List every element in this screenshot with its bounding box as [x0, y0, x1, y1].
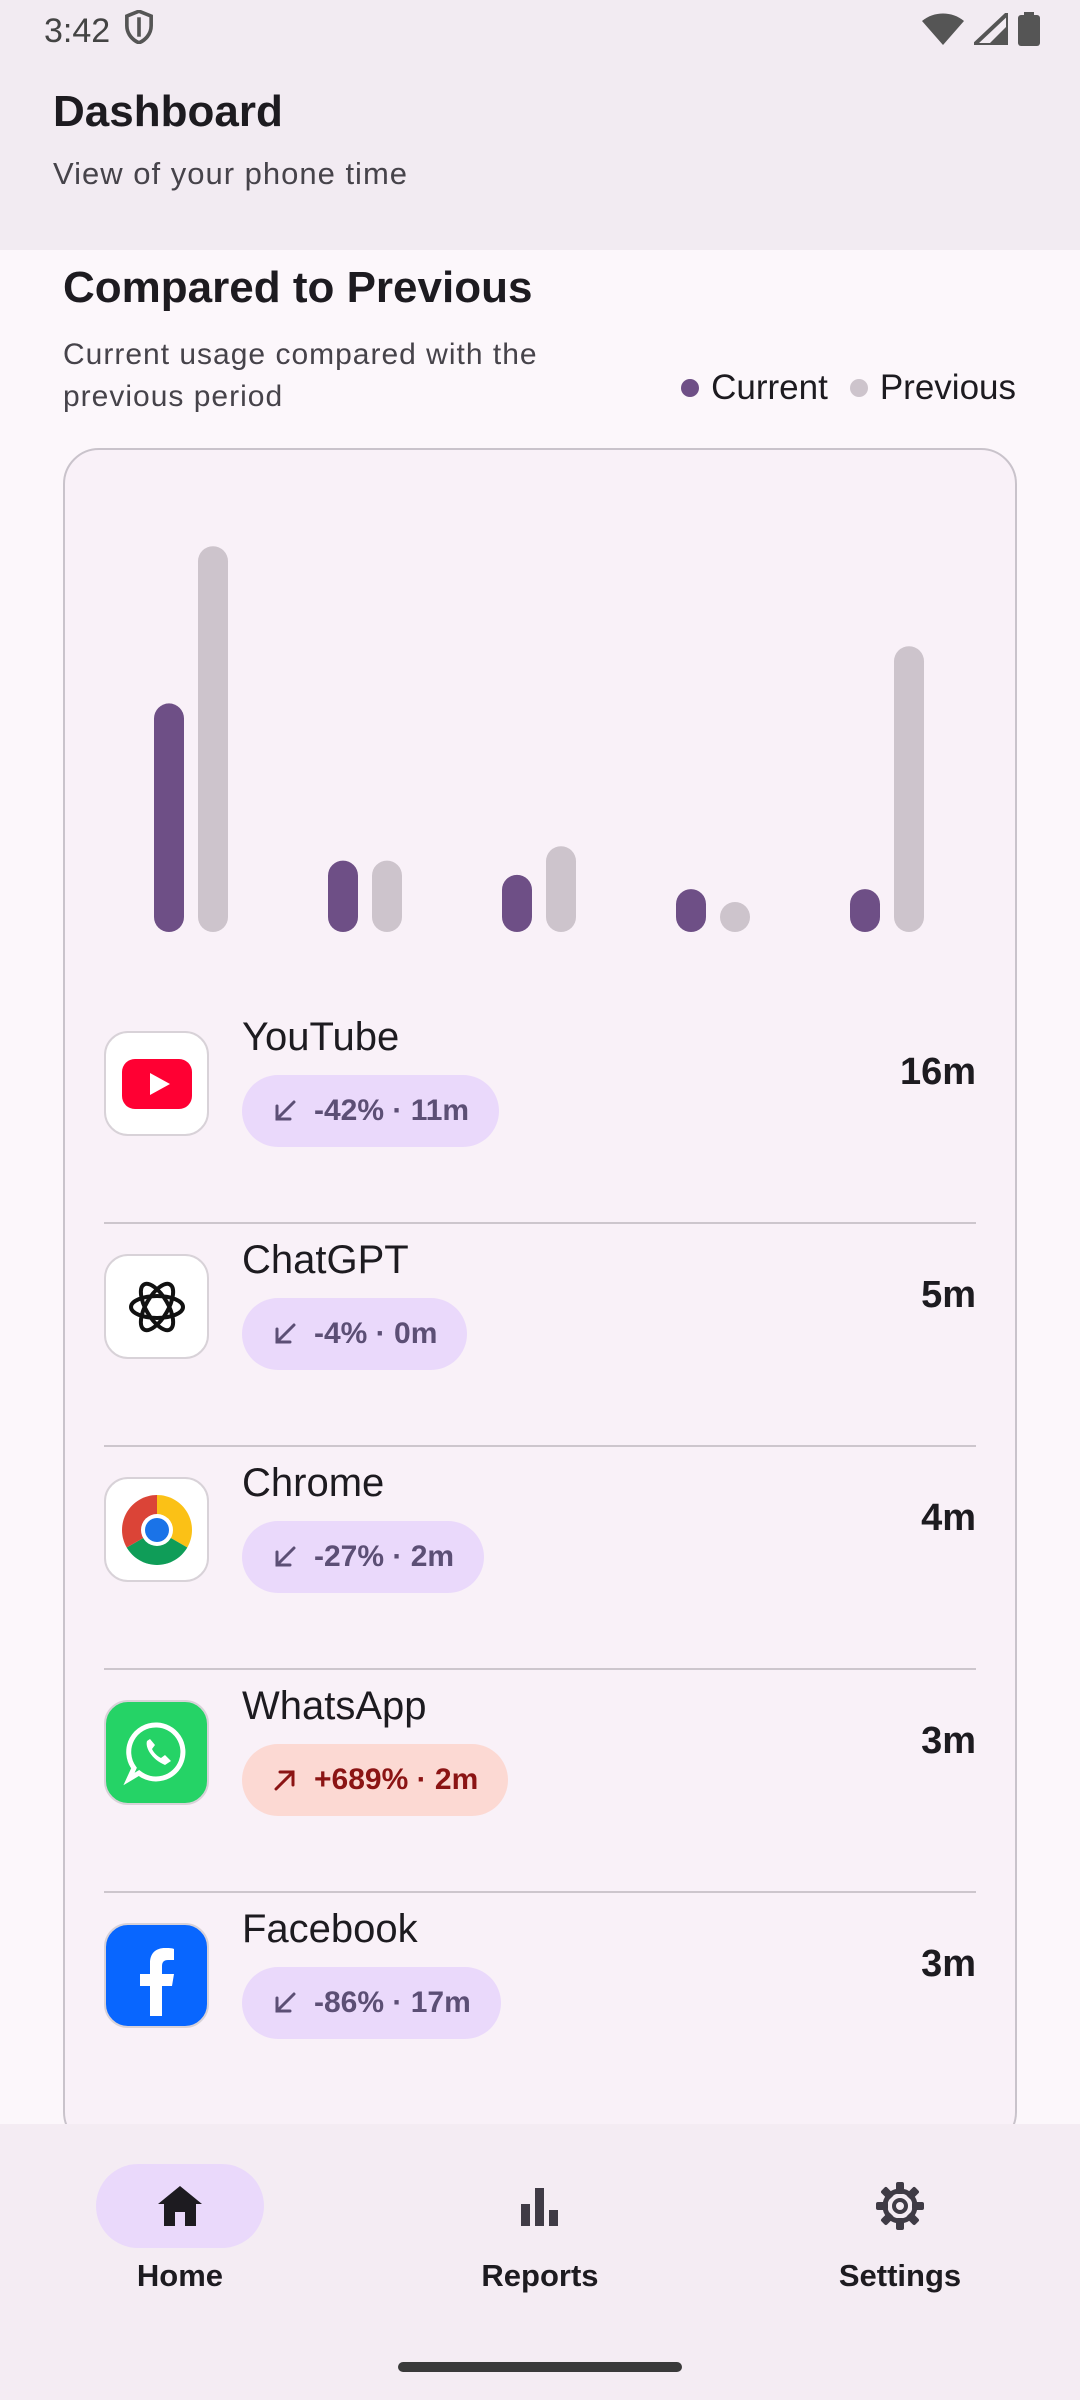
nav-icon-container: [456, 2164, 624, 2248]
section-description: Current usage compared with the previous…: [63, 338, 538, 413]
change-text: -4% · 0m: [314, 1317, 438, 1350]
nav-label-home: Home: [136, 2258, 224, 2293]
bar-previous-whatsapp: [720, 902, 750, 932]
nav-item-reports[interactable]: Reports: [430, 2164, 650, 2294]
app-time: 3m: [921, 1943, 976, 1985]
bar-chart-icon: [521, 2188, 558, 2226]
app-name: WhatsApp: [242, 1684, 427, 1728]
home-icon: [158, 2186, 202, 2226]
bar-previous-chatgpt: [372, 860, 402, 932]
nav-label-reports: Reports: [481, 2258, 599, 2293]
chart-legend: Current Previous: [681, 368, 1016, 408]
nav-icon-container: [816, 2164, 984, 2248]
bar-previous-youtube: [198, 546, 228, 932]
status-left: 3:42: [44, 8, 154, 53]
bar-previous-facebook: [894, 646, 924, 932]
legend-item-previous: Previous: [849, 368, 1016, 408]
bar-current-youtube: [154, 703, 184, 932]
arrow-down-left-icon: [275, 1992, 296, 2013]
legend-label-current: Current: [711, 368, 828, 407]
change-badge: -4% · 0m: [242, 1298, 468, 1370]
bar-current-chatgpt: [328, 860, 358, 932]
change-text: +689% · 2m: [314, 1763, 479, 1796]
status-bar: 3:42: [0, 0, 1080, 62]
change-badge: +689% · 2m: [242, 1744, 509, 1816]
change-text: -27% · 2m: [314, 1540, 455, 1573]
bar-current-whatsapp: [676, 889, 706, 932]
change-text: -86% · 17m: [314, 1986, 471, 2019]
legend-label-previous: Previous: [879, 368, 1016, 407]
change-text: -42% · 11m: [314, 1094, 470, 1127]
legend-dot-current: [681, 379, 700, 397]
app-row-facebook[interactable]: Facebook -86% · 17m 3m: [104, 1893, 976, 2116]
arrow-down-left-icon: [275, 1100, 296, 1121]
app-time: 16m: [899, 1051, 976, 1093]
status-right: [922, 7, 1040, 51]
app-name: Chrome: [242, 1461, 385, 1505]
change-badge: -86% · 17m: [242, 1967, 501, 2039]
facebook-icon: [104, 1923, 209, 2028]
nav-item-settings[interactable]: Settings: [790, 2164, 1010, 2294]
chatgpt-icon: [104, 1254, 209, 1359]
app-name: YouTube: [242, 1015, 400, 1059]
youtube-icon: [104, 1031, 209, 1136]
app-header: Dashboard View of your phone time: [0, 62, 1080, 250]
arrow-down-left-icon: [275, 1323, 296, 1344]
status-time: 3:42: [44, 11, 111, 50]
app-time: 5m: [921, 1274, 976, 1316]
app-row-whatsapp[interactable]: WhatsApp +689% · 2m 3m: [104, 1670, 976, 1893]
change-badge: -27% · 2m: [242, 1521, 485, 1593]
section-title: Compared to Previous: [63, 263, 533, 312]
app-row-chrome[interactable]: Chrome -27% · 2m 4m: [104, 1447, 976, 1670]
bar-current-chrome: [502, 874, 532, 932]
battery-icon: [1018, 11, 1040, 51]
whatsapp-icon: [104, 1700, 209, 1805]
nav-icon-container: [96, 2164, 264, 2248]
app-time: 4m: [921, 1497, 976, 1539]
nav-label-settings: Settings: [838, 2258, 962, 2293]
wifi-icon: [922, 13, 964, 50]
app-row-chatgpt[interactable]: ChatGPT -4% · 0m 5m: [104, 1224, 976, 1447]
comparison-bar-chart: [154, 546, 924, 932]
change-badge: -42% · 11m: [242, 1075, 500, 1147]
bar-current-facebook: [850, 889, 880, 932]
chrome-icon: [104, 1477, 209, 1582]
arrow-down-left-icon: [275, 1546, 296, 1567]
arrow-up-right-icon: [274, 1770, 295, 1791]
gear-icon: [876, 2182, 924, 2230]
app-name: Facebook: [242, 1907, 418, 1951]
app-time: 3m: [921, 1720, 976, 1762]
nav-item-home[interactable]: Home: [70, 2164, 290, 2294]
legend-item-current: Current: [681, 368, 828, 408]
shield-icon: [124, 8, 154, 53]
app-row-youtube[interactable]: YouTube -42% · 11m 16m: [104, 1001, 976, 1224]
page-subtitle: View of your phone time: [53, 156, 409, 192]
page-title: Dashboard: [53, 87, 283, 136]
bottom-navigation: Home Reports Settings: [0, 2124, 1080, 2400]
app-name: ChatGPT: [242, 1238, 409, 1282]
legend-dot-previous: [849, 379, 868, 397]
signal-icon: [968, 7, 1010, 50]
bar-previous-chrome: [546, 846, 576, 932]
home-indicator[interactable]: [398, 2362, 682, 2372]
